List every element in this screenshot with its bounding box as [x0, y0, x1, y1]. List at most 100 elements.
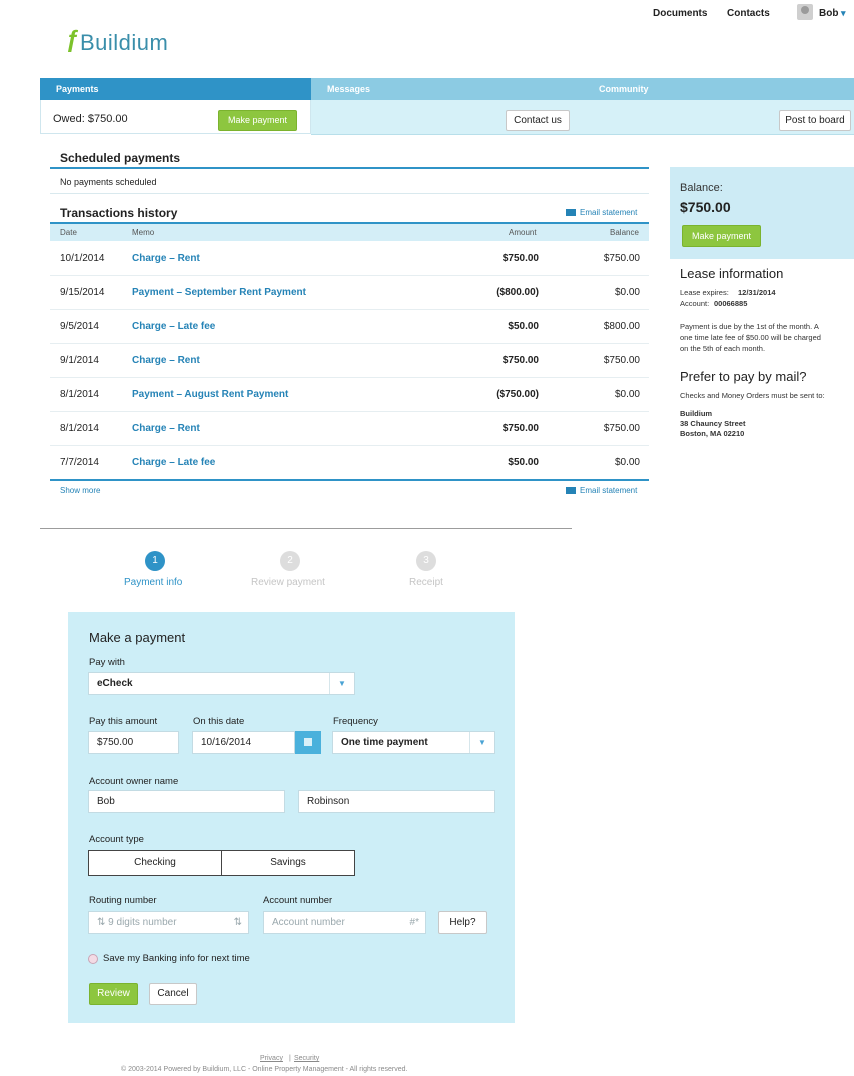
row-balance: $750.00 [603, 253, 640, 264]
row-amount: $50.00 [508, 321, 539, 332]
email-statement-link-top[interactable]: Email statement [580, 208, 637, 217]
row-date: 8/1/2014 [60, 423, 99, 434]
tab-community-label: Community [599, 84, 649, 94]
first-name-input[interactable]: Bob [88, 790, 285, 813]
account-number-input[interactable]: Account number #* [263, 911, 426, 934]
calendar-icon[interactable] [295, 731, 321, 754]
table-row[interactable]: 7/7/2014 Charge – Late fee $50.00 $0.00 [50, 445, 649, 481]
col-balance: Balance [610, 228, 639, 237]
make-payment-button-side[interactable]: Make payment [682, 225, 761, 247]
account-value: 00066885 [714, 299, 748, 308]
user-menu-caret-icon[interactable]: ▾ [841, 8, 846, 19]
table-row[interactable]: 9/5/2014 Charge – Late fee $50.00 $800.0… [50, 309, 649, 344]
routing-placeholder: 9 digits number [108, 917, 177, 928]
pay-with-select[interactable]: eCheck ▼ [88, 672, 355, 695]
user-name[interactable]: Bob [819, 8, 838, 19]
row-memo-link[interactable]: Charge – Late fee [132, 457, 215, 468]
row-amount: $750.00 [502, 423, 539, 434]
lease-expires-value: 12/31/2014 [738, 288, 776, 297]
help-button[interactable]: Help? [438, 911, 487, 934]
tab-community[interactable]: Community [583, 78, 854, 100]
date-input[interactable]: 10/16/2014 [192, 731, 295, 754]
frequency-value: One time payment [341, 737, 428, 748]
account-number-icon: #* [409, 917, 419, 928]
security-link[interactable]: Security [294, 1055, 319, 1062]
table-row[interactable]: 9/15/2014 Payment – September Rent Payme… [50, 275, 649, 310]
scheduled-title: Scheduled payments [60, 151, 181, 165]
avatar[interactable] [797, 4, 813, 20]
save-info-checkbox[interactable] [88, 954, 98, 964]
step-1-circle: 1 [145, 551, 165, 571]
copyright: © 2003-2014 Powered by Buildium, LLC - O… [121, 1066, 408, 1073]
pay-with-label: Pay with [89, 657, 125, 668]
row-memo-link[interactable]: Charge – Rent [132, 253, 200, 264]
frequency-select[interactable]: One time payment ▼ [332, 731, 495, 754]
table-row[interactable]: 9/1/2014 Charge – Rent $750.00 $750.00 [50, 343, 649, 378]
date-label: On this date [193, 716, 245, 727]
divider [40, 528, 572, 529]
due-note-line: one time late fee of $50.00 will be char… [680, 333, 821, 342]
transactions-title: Transactions history [60, 206, 178, 220]
row-memo-link[interactable]: Payment – August Rent Payment [132, 389, 288, 400]
email-icon [566, 209, 576, 216]
email-icon [566, 487, 576, 494]
due-note-line: on the 5th of each month. [680, 344, 766, 353]
row-memo-link[interactable]: Charge – Late fee [132, 321, 215, 332]
nav-documents[interactable]: Documents [653, 8, 707, 19]
address-line: 38 Chauncy Street [680, 419, 746, 428]
col-memo: Memo [132, 228, 155, 237]
row-balance: $0.00 [614, 457, 640, 468]
chevron-down-icon: ▼ [329, 673, 354, 694]
privacy-link[interactable]: Privacy [260, 1055, 283, 1062]
show-more-link[interactable]: Show more [60, 486, 100, 495]
account-number-placeholder: Account number [272, 917, 345, 928]
address-line: Boston, MA 02210 [680, 429, 745, 438]
row-memo-link[interactable]: Charge – Rent [132, 355, 200, 366]
savings-toggle[interactable]: Savings [221, 850, 355, 876]
row-balance: $750.00 [603, 355, 640, 366]
step-1-label: Payment info [124, 577, 183, 588]
divider [50, 193, 649, 194]
email-statement-link-bottom[interactable]: Email statement [580, 486, 637, 495]
contact-us-button[interactable]: Contact us [506, 110, 570, 131]
mail-note: Checks and Money Orders must be sent to: [680, 391, 825, 400]
footer-separator: | [289, 1055, 291, 1062]
row-date: 9/15/2014 [60, 287, 105, 298]
scheduled-empty: No payments scheduled [60, 177, 157, 187]
row-balance: $0.00 [614, 287, 640, 298]
step-3-circle: 3 [416, 551, 436, 571]
cancel-button[interactable]: Cancel [149, 983, 197, 1005]
amount-input[interactable]: $750.00 [88, 731, 179, 754]
logo-leaf-icon: ƒ [66, 26, 80, 53]
tab-payments[interactable]: Payments [40, 78, 311, 100]
row-memo-link[interactable]: Charge – Rent [132, 423, 200, 434]
table-row[interactable]: 8/1/2014 Charge – Rent $750.00 $750.00 [50, 411, 649, 446]
checking-toggle[interactable]: Checking [88, 850, 222, 876]
routing-icon: ⇅ [97, 917, 109, 928]
table-row[interactable]: 8/1/2014 Payment – August Rent Payment (… [50, 377, 649, 412]
review-button[interactable]: Review [89, 983, 138, 1005]
row-memo-link[interactable]: Payment – September Rent Payment [132, 287, 306, 298]
row-date: 9/5/2014 [60, 321, 99, 332]
col-amount: Amount [509, 228, 537, 237]
table-row[interactable]: 10/1/2014 Charge – Rent $750.00 $750.00 [50, 241, 649, 276]
account-label: Account: [680, 299, 710, 308]
balance-label: Balance: [680, 182, 723, 194]
row-balance: $750.00 [603, 423, 640, 434]
last-name-input[interactable]: Robinson [298, 790, 495, 813]
tab-messages[interactable]: Messages [311, 78, 583, 100]
account-number-label: Account number [263, 895, 333, 906]
row-amount: ($750.00) [496, 389, 539, 400]
pay-with-value: eCheck [97, 678, 133, 689]
step-2-circle: 2 [280, 551, 300, 571]
logo: Buildium [80, 30, 169, 55]
post-to-board-button[interactable]: Post to board [779, 110, 851, 131]
nav-contacts[interactable]: Contacts [727, 8, 770, 19]
routing-icon: ⇅ [233, 917, 242, 928]
routing-input[interactable]: ⇅ 9 digits number ⇅ [88, 911, 249, 934]
row-date: 10/1/2014 [60, 253, 105, 264]
row-balance: $0.00 [614, 389, 640, 400]
form-title: Make a payment [89, 630, 186, 645]
make-payment-button-top[interactable]: Make payment [218, 110, 297, 131]
amount-label: Pay this amount [89, 716, 158, 727]
